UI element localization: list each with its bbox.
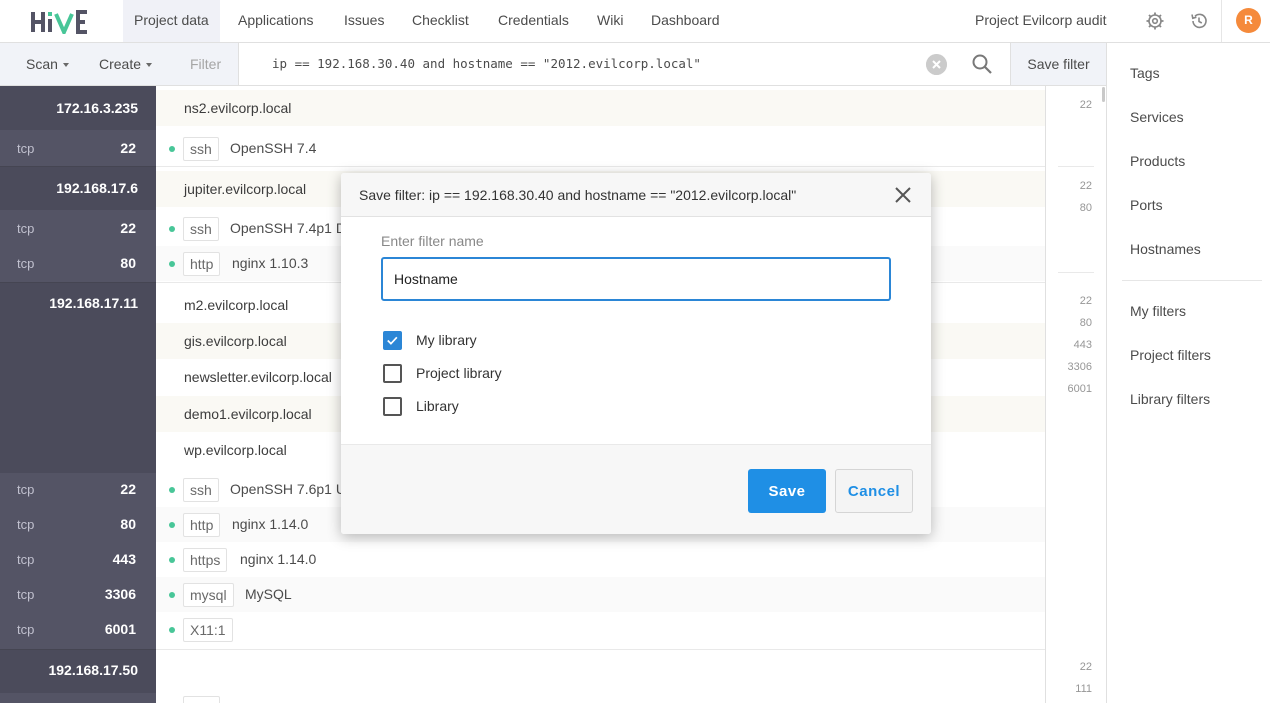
- checkbox-checked-icon[interactable]: [383, 331, 402, 350]
- dialog-header: Save filter: ip == 192.168.30.40 and hos…: [341, 173, 931, 217]
- checkbox-label: My library: [416, 332, 477, 348]
- save-filter-dialog: Save filter: ip == 192.168.30.40 and hos…: [341, 173, 931, 534]
- checkbox-unchecked-icon[interactable]: [383, 364, 402, 383]
- dialog-title: Save filter: ip == 192.168.30.40 and hos…: [359, 187, 797, 203]
- filter-name-label: Enter filter name: [381, 233, 484, 249]
- filter-name-input[interactable]: [381, 257, 891, 301]
- checkbox-label: Project library: [416, 365, 502, 381]
- close-icon[interactable]: [894, 186, 912, 204]
- dialog-footer: Save Cancel: [341, 444, 931, 534]
- checkbox-label: Library: [416, 398, 459, 414]
- save-button[interactable]: Save: [748, 469, 826, 513]
- cancel-button[interactable]: Cancel: [835, 469, 913, 513]
- checkbox-unchecked-icon[interactable]: [383, 397, 402, 416]
